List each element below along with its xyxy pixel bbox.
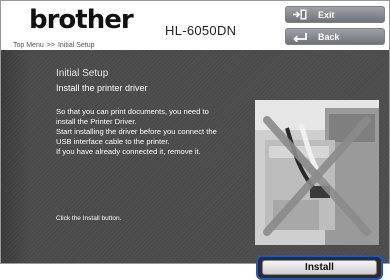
exit-button[interactable]: Exit bbox=[285, 6, 385, 23]
instructions-line: So that you can print documents, you nee… bbox=[56, 107, 209, 116]
breadcrumb: Top Menu >> Initial Setup bbox=[13, 41, 95, 50]
breadcrumb-current: Initial Setup bbox=[57, 42, 95, 49]
model-name: HL-6050DN bbox=[165, 23, 237, 38]
install-button-focus: Install bbox=[256, 255, 383, 280]
install-instruction: Click the Install button. bbox=[56, 215, 122, 222]
page-subtitle: Install the printer driver bbox=[56, 83, 148, 93]
installer-window: brother HL-6050DN Top Menu >> Initial Setu… bbox=[0, 0, 390, 280]
page-title: Initial Setup bbox=[56, 68, 109, 79]
back-button[interactable]: Back bbox=[285, 28, 385, 45]
exit-label: Exit bbox=[318, 10, 335, 20]
instructions-line: USB interface cable to the printer. bbox=[56, 137, 170, 146]
brother-logo: brother bbox=[29, 5, 134, 35]
exit-icon bbox=[292, 9, 308, 20]
install-button[interactable]: Install bbox=[262, 260, 377, 275]
back-arrow-icon bbox=[292, 31, 308, 43]
content-panel: Initial Setup Install the printer driver… bbox=[1, 50, 389, 280]
breadcrumb-separator: >> bbox=[46, 42, 55, 49]
instructions-line: Start installing the driver before you c… bbox=[56, 127, 217, 136]
instructions-line: If you have already connected it, remove… bbox=[56, 147, 201, 156]
header: brother HL-6050DN Top Menu >> Initial Setu… bbox=[1, 1, 389, 50]
instructions-text: So that you can print documents, you nee… bbox=[56, 107, 266, 157]
breadcrumb-top-menu[interactable]: Top Menu bbox=[13, 42, 44, 49]
instructions-line: install the Printer Driver. bbox=[56, 117, 137, 126]
back-label: Back bbox=[318, 32, 340, 42]
usb-cable-crossed-out-image bbox=[255, 100, 379, 245]
